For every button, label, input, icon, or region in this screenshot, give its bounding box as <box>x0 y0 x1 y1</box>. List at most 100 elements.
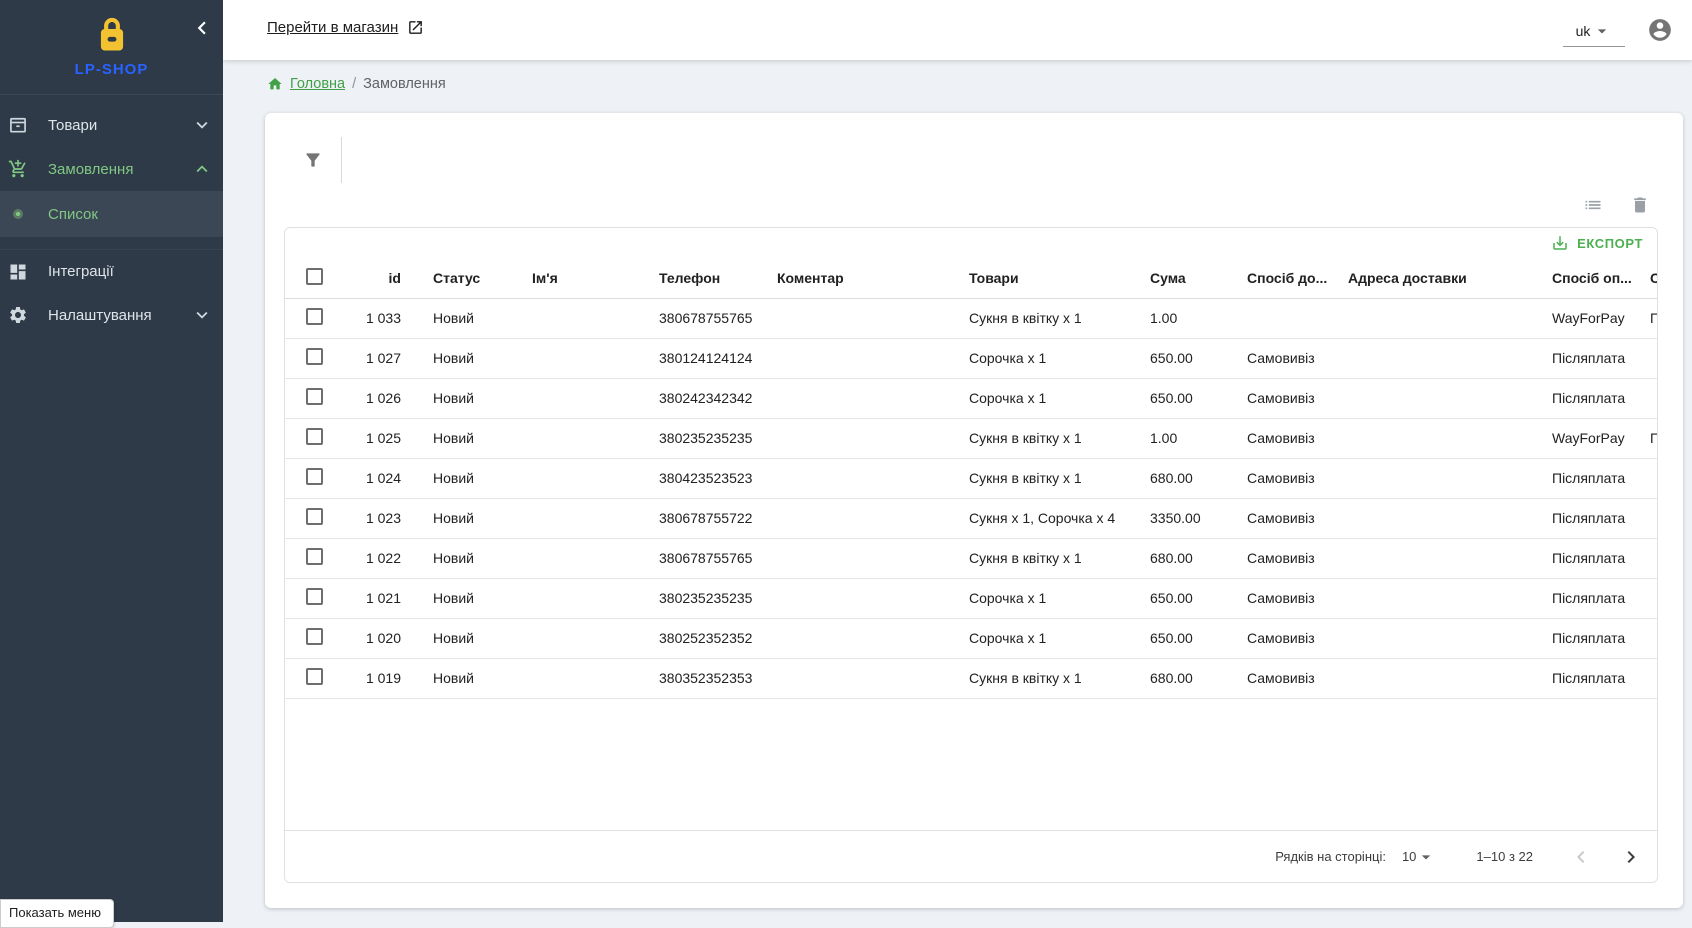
cell-address <box>1332 338 1536 378</box>
cell-address <box>1332 298 1536 338</box>
cell-comment <box>761 618 953 658</box>
cell-id: 1 020 <box>345 618 417 658</box>
sidebar-item-orders[interactable]: Замовлення <box>0 147 223 191</box>
cell-products: Сорочка x 1 <box>953 338 1134 378</box>
row-checkbox-cell <box>285 298 345 338</box>
column-header-products[interactable]: Товари <box>953 258 1134 298</box>
language-value: uk <box>1576 23 1591 39</box>
row-checkbox[interactable] <box>306 308 323 325</box>
table-row[interactable]: 1 023Новий380678755722Сукня x 1, Сорочка… <box>285 498 1657 538</box>
cell-products: Сукня в квітку x 1 <box>953 298 1134 338</box>
box-icon <box>8 115 28 135</box>
row-checkbox[interactable] <box>306 668 323 685</box>
cell-comment <box>761 378 953 418</box>
cell-payment_status: Пе <box>1634 298 1657 338</box>
chevron-up-icon <box>191 158 213 180</box>
next-page-icon[interactable] <box>1619 845 1643 869</box>
collapse-sidebar-icon[interactable] <box>189 15 215 41</box>
column-header-comment[interactable]: Коментар <box>761 258 953 298</box>
cell-status: Новий <box>417 458 516 498</box>
go-to-store-link[interactable]: Перейти в магазин <box>267 19 424 36</box>
column-header-payment-status[interactable]: Ст <box>1634 258 1657 298</box>
cell-status: Новий <box>417 538 516 578</box>
cell-payment_status <box>1634 378 1657 418</box>
user-avatar-icon[interactable] <box>1647 17 1673 43</box>
filter-icon[interactable] <box>303 150 323 170</box>
sidebar-item-settings[interactable]: Налаштування <box>0 293 223 337</box>
column-header-delivery[interactable]: Спосіб до... <box>1231 258 1332 298</box>
cell-sum: 680.00 <box>1134 458 1231 498</box>
row-checkbox-cell <box>285 578 345 618</box>
cell-name <box>516 418 643 458</box>
table-row[interactable]: 1 027Новий380124124124Сорочка x 1650.00С… <box>285 338 1657 378</box>
cell-phone: 380235235235 <box>643 578 761 618</box>
cell-payment: Післяплата <box>1536 618 1634 658</box>
table-row[interactable]: 1 022Новий380678755765Сукня в квітку x 1… <box>285 538 1657 578</box>
breadcrumb-separator: / <box>352 76 356 92</box>
chevron-down-icon <box>191 114 213 136</box>
sidebar-item-integrations[interactable]: Інтеграції <box>0 249 223 293</box>
column-header-phone[interactable]: Телефон <box>643 258 761 298</box>
column-header-sum[interactable]: Сума <box>1134 258 1231 298</box>
radio-dot-icon <box>8 204 28 224</box>
cell-sum: 680.00 <box>1134 538 1231 578</box>
column-header-payment[interactable]: Спосіб оп... <box>1536 258 1634 298</box>
table-row[interactable]: 1 019Новий380352352353Сукня в квітку x 1… <box>285 658 1657 698</box>
table-scroll-area[interactable]: id Статус Ім'я Телефон Коментар Товари С… <box>285 258 1657 699</box>
row-checkbox[interactable] <box>306 468 323 485</box>
column-header-name[interactable]: Ім'я <box>516 258 643 298</box>
cell-payment_status <box>1634 658 1657 698</box>
cell-payment: Післяплата <box>1536 498 1634 538</box>
table-row[interactable]: 1 026Новий380242342342Сорочка x 1650.00С… <box>285 378 1657 418</box>
cell-sum: 1.00 <box>1134 418 1231 458</box>
rows-per-page-select[interactable]: 10 <box>1402 847 1436 867</box>
shopping-bag-logo-icon <box>93 16 131 54</box>
list-view-icon[interactable] <box>1583 195 1603 215</box>
export-bar: ЕКСПОРТ <box>285 228 1657 258</box>
cell-payment: Післяплата <box>1536 578 1634 618</box>
cell-id: 1 027 <box>345 338 417 378</box>
previous-page-icon[interactable] <box>1569 845 1593 869</box>
table-header-row: id Статус Ім'я Телефон Коментар Товари С… <box>285 258 1657 298</box>
sidebar-item-label: Товари <box>48 117 191 134</box>
row-checkbox[interactable] <box>306 388 323 405</box>
row-checkbox[interactable] <box>306 628 323 645</box>
row-checkbox[interactable] <box>306 348 323 365</box>
row-checkbox[interactable] <box>306 588 323 605</box>
breadcrumb-current: Замовлення <box>363 76 446 92</box>
cell-products: Сорочка x 1 <box>953 578 1134 618</box>
row-checkbox[interactable] <box>306 548 323 565</box>
logo-text: LP-SHOP <box>0 61 223 78</box>
row-checkbox[interactable] <box>306 428 323 445</box>
cell-status: Новий <box>417 298 516 338</box>
cell-id: 1 019 <box>345 658 417 698</box>
table-row[interactable]: 1 021Новий380235235235Сорочка x 1650.00С… <box>285 578 1657 618</box>
cart-plus-icon <box>8 159 28 179</box>
row-checkbox-cell <box>285 618 345 658</box>
column-header-id[interactable]: id <box>345 258 417 298</box>
row-checkbox[interactable] <box>306 508 323 525</box>
table-row[interactable]: 1 025Новий380235235235Сукня в квітку x 1… <box>285 418 1657 458</box>
table-row[interactable]: 1 024Новий380423523523Сукня в квітку x 1… <box>285 458 1657 498</box>
trash-icon[interactable] <box>1630 195 1650 215</box>
breadcrumb-home-link[interactable]: Головна <box>290 76 345 92</box>
table-row[interactable]: 1 020Новий380252352352Сорочка x 1650.00С… <box>285 618 1657 658</box>
column-header-status[interactable]: Статус <box>417 258 516 298</box>
cell-delivery: Самовивіз <box>1231 378 1332 418</box>
cell-status: Новий <box>417 498 516 538</box>
pagination-range: 1–10 з 22 <box>1476 849 1533 864</box>
export-button[interactable]: ЕКСПОРТ <box>1551 234 1643 252</box>
cell-products: Сорочка x 1 <box>953 378 1134 418</box>
cell-delivery: Самовивіз <box>1231 458 1332 498</box>
select-all-cell <box>285 258 345 298</box>
sidebar-item-orders-list[interactable]: Список <box>0 191 223 237</box>
table-row[interactable]: 1 033Новий380678755765Сукня в квітку x 1… <box>285 298 1657 338</box>
go-to-store-label: Перейти в магазин <box>267 19 398 36</box>
cell-delivery: Самовивіз <box>1231 418 1332 458</box>
select-all-checkbox[interactable] <box>306 268 323 285</box>
column-header-address[interactable]: Адреса доставки <box>1332 258 1536 298</box>
sidebar-item-products[interactable]: Товари <box>0 103 223 147</box>
cell-payment: WayForPay <box>1536 418 1634 458</box>
caret-down-icon <box>1592 21 1612 41</box>
language-select[interactable]: uk <box>1563 16 1625 47</box>
